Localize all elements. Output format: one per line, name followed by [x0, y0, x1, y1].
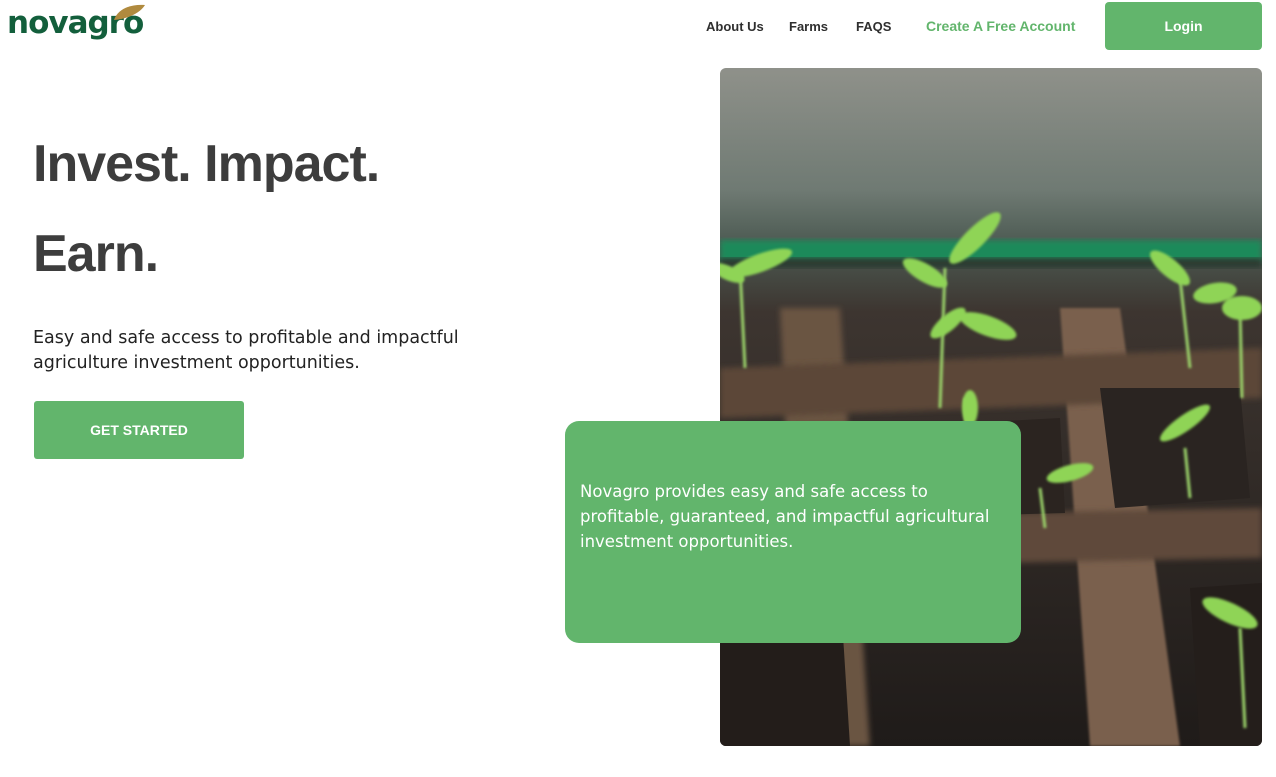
hero-title-line-1: Invest. Impact. — [33, 135, 380, 193]
hero-title-line-2: Earn. — [33, 225, 159, 283]
nav-faqs[interactable]: FAQS — [856, 19, 891, 34]
create-account-link[interactable]: Create A Free Account — [926, 18, 1075, 34]
nav-farms[interactable]: Farms — [789, 19, 828, 34]
hero-subtitle: Easy and safe access to profitable and i… — [33, 328, 459, 373]
nav-about-us[interactable]: About Us — [706, 19, 764, 34]
get-started-button[interactable]: GET STARTED — [34, 401, 244, 459]
login-button[interactable]: Login — [1105, 2, 1262, 50]
info-card: Novagro provides easy and safe access to… — [565, 421, 1021, 643]
hero-image — [720, 68, 1262, 746]
seedlings-image — [720, 68, 1262, 746]
logo[interactable]: novagro — [7, 3, 147, 47]
leaf-icon — [114, 4, 145, 20]
info-card-text: Novagro provides easy and safe access to… — [580, 482, 990, 551]
